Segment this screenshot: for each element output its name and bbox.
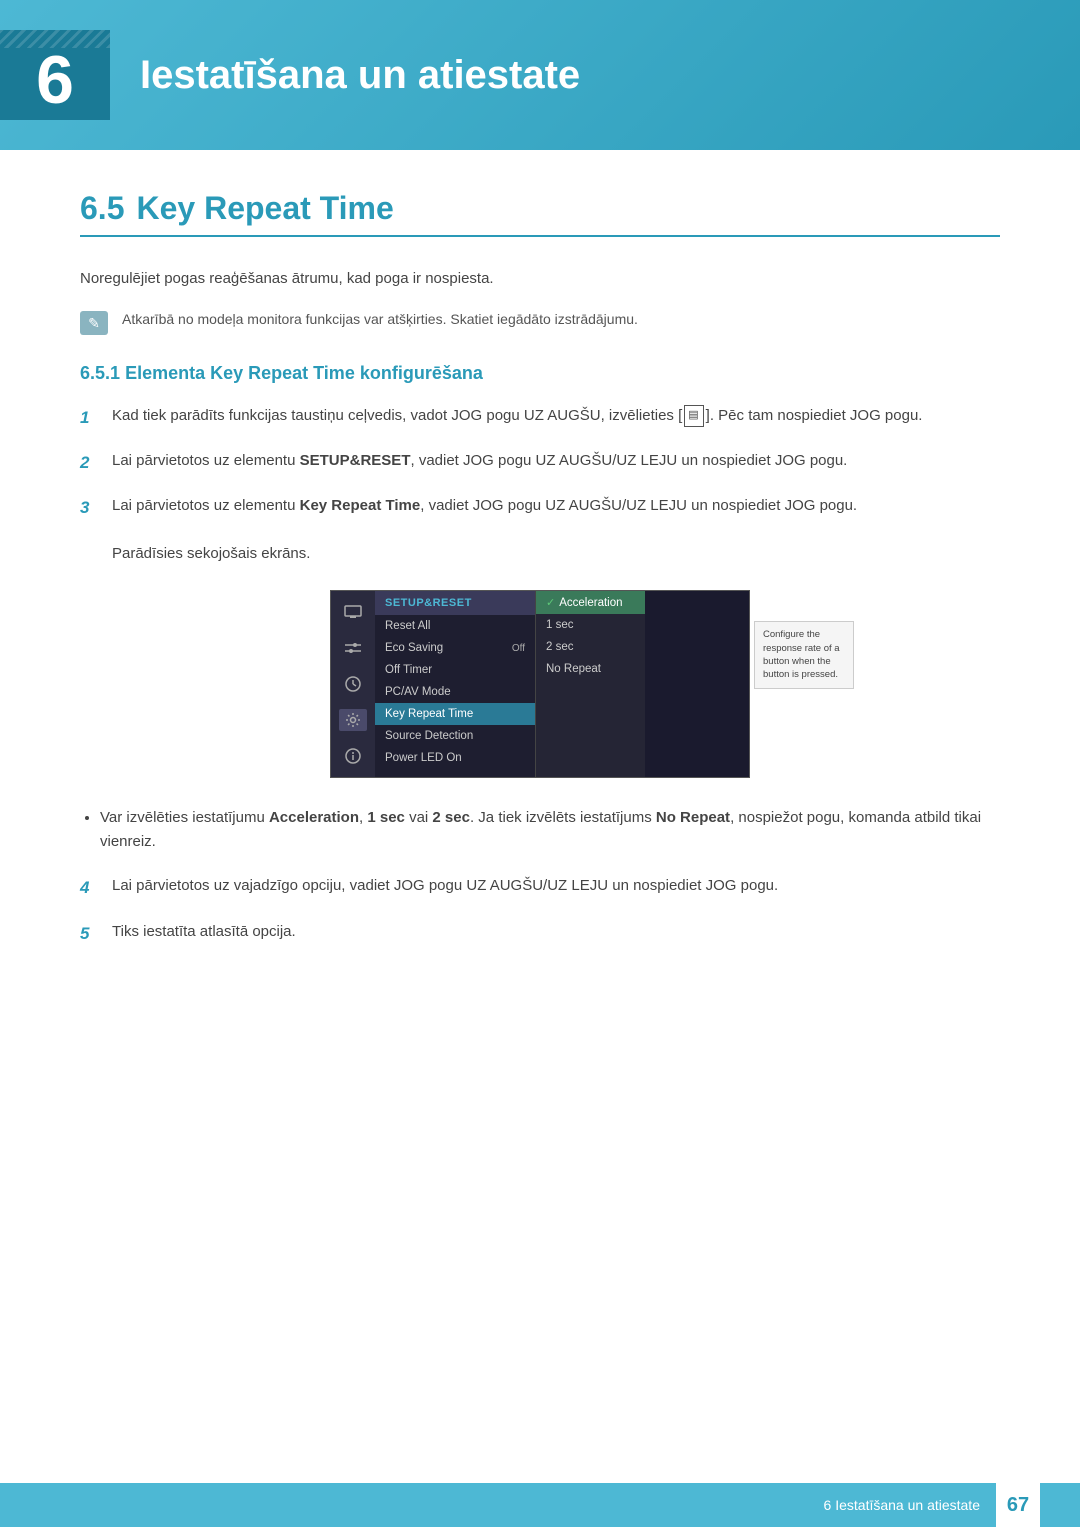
bullet-1sec: 1 sec xyxy=(367,809,405,826)
bullet-no-repeat: No Repeat xyxy=(656,809,730,826)
step-2-text: Lai pārvietotos uz elementu SETUP&RESET,… xyxy=(112,449,1000,473)
screenshot-caption: Parādīsies sekojošais ekrāns. xyxy=(112,545,310,562)
menu-item-off-timer: Off Timer xyxy=(375,659,535,681)
page-footer: 6 Iestatīšana un atiestate 67 xyxy=(0,1483,1080,1527)
main-content: 6.5 Key Repeat Time Noregulējiet pogas re… xyxy=(0,190,1080,947)
menu-item-reset-all: Reset All xyxy=(375,615,535,637)
step-5-number: 5 xyxy=(80,920,112,947)
note-box: Atkarībā no modeļa monitora funkcijas va… xyxy=(80,309,1000,335)
footer-text: 6 Iestatīšana un atiestate xyxy=(824,1497,980,1513)
step-3-number: 3 xyxy=(80,494,112,521)
icon-sliders xyxy=(339,637,367,659)
steps-list: 1 Kad tiek parādīts funkcijas taustiņu c… xyxy=(80,404,1000,566)
menu-icons-sidebar xyxy=(331,591,375,777)
subsection-title: Elementa Key Repeat Time konfigurēšana xyxy=(125,363,483,383)
step-2-bold: SETUP&RESET xyxy=(300,452,411,469)
submenu-item-acceleration: ✓ Acceleration xyxy=(536,591,645,614)
note-text: Atkarībā no modeļa monitora funkcijas va… xyxy=(122,309,638,330)
step-2-number: 2 xyxy=(80,449,112,476)
subsection-number: 6.5.1 xyxy=(80,363,120,383)
chapter-title: Iestatīšana un atiestate xyxy=(140,53,580,98)
submenu: ✓ Acceleration 1 sec 2 sec No Repeat xyxy=(535,591,645,777)
menu-glyph-icon: ▤ xyxy=(684,405,703,427)
step-4-number: 4 xyxy=(80,874,112,901)
step-1-text: Kad tiek parādīts funkcijas taustiņu ceļ… xyxy=(112,404,1000,428)
section-number: 6.5 xyxy=(80,190,124,226)
step-5-text: Tiks iestatīta atlasītā opcija. xyxy=(112,920,1000,944)
screenshot-container: SETUP&RESET Reset All Eco Saving Off Off… xyxy=(80,590,1000,778)
icon-monitor xyxy=(339,601,367,623)
bullet-list: Var izvēlēties iestatījumu Acceleration,… xyxy=(100,806,1000,854)
submenu-item-2sec: 2 sec xyxy=(536,636,645,658)
menu-item-power-led: Power LED On xyxy=(375,747,535,769)
screenshot-mockup: SETUP&RESET Reset All Eco Saving Off Off… xyxy=(330,590,750,778)
step-5: 5 Tiks iestatīta atlasītā opcija. xyxy=(80,920,1000,947)
submenu-item-1sec: 1 sec xyxy=(536,614,645,636)
menu-header: SETUP&RESET xyxy=(375,591,535,615)
tooltip-box: Configure the response rate of a button … xyxy=(754,621,854,688)
menu-item-pcav-mode: PC/AV Mode xyxy=(375,681,535,703)
footer-page-number: 67 xyxy=(996,1483,1040,1527)
step-2: 2 Lai pārvietotos uz elementu SETUP&RESE… xyxy=(80,449,1000,476)
menu-item-eco-saving: Eco Saving Off xyxy=(375,637,535,659)
subsection-heading: 6.5.1 Elementa Key Repeat Time konfigurē… xyxy=(80,363,1000,384)
bullet-acceleration: Acceleration xyxy=(269,809,359,826)
menu-list: SETUP&RESET Reset All Eco Saving Off Off… xyxy=(375,591,535,777)
step-4: 4 Lai pārvietotos uz vajadzīgo opciju, v… xyxy=(80,874,1000,901)
step-1-number: 1 xyxy=(80,404,112,431)
note-icon xyxy=(80,311,108,335)
bullet-2sec: 2 sec xyxy=(432,809,470,826)
chapter-header: 6 Iestatīšana un atiestate xyxy=(0,0,1080,150)
step-4-text: Lai pārvietotos uz vajadzīgo opciju, vad… xyxy=(112,874,1000,898)
icon-clock xyxy=(339,673,367,695)
icon-info xyxy=(339,745,367,767)
step-3: 3 Lai pārvietotos uz elementu Key Repeat… xyxy=(80,494,1000,566)
step-1: 1 Kad tiek parādīts funkcijas taustiņu c… xyxy=(80,404,1000,431)
chapter-number: 6 xyxy=(36,46,74,114)
section-title: Key Repeat Time xyxy=(136,190,393,226)
icon-gear xyxy=(339,709,367,731)
menu-item-key-repeat-time: Key Repeat Time xyxy=(375,703,535,725)
step-3-text: Lai pārvietotos uz elementu Key Repeat T… xyxy=(112,494,1000,566)
bullet-item: Var izvēlēties iestatījumu Acceleration,… xyxy=(100,806,1000,854)
steps-list-cont: 4 Lai pārvietotos uz vajadzīgo opciju, v… xyxy=(80,874,1000,946)
intro-paragraph: Noregulējiet pogas reaģēšanas ātrumu, ka… xyxy=(80,267,1000,291)
chapter-number-block: 6 xyxy=(0,30,110,120)
submenu-item-no-repeat: No Repeat xyxy=(536,658,645,680)
section-heading: 6.5 Key Repeat Time xyxy=(80,190,1000,237)
menu-item-source-detection: Source Detection xyxy=(375,725,535,747)
step-3-bold: Key Repeat Time xyxy=(300,497,421,514)
